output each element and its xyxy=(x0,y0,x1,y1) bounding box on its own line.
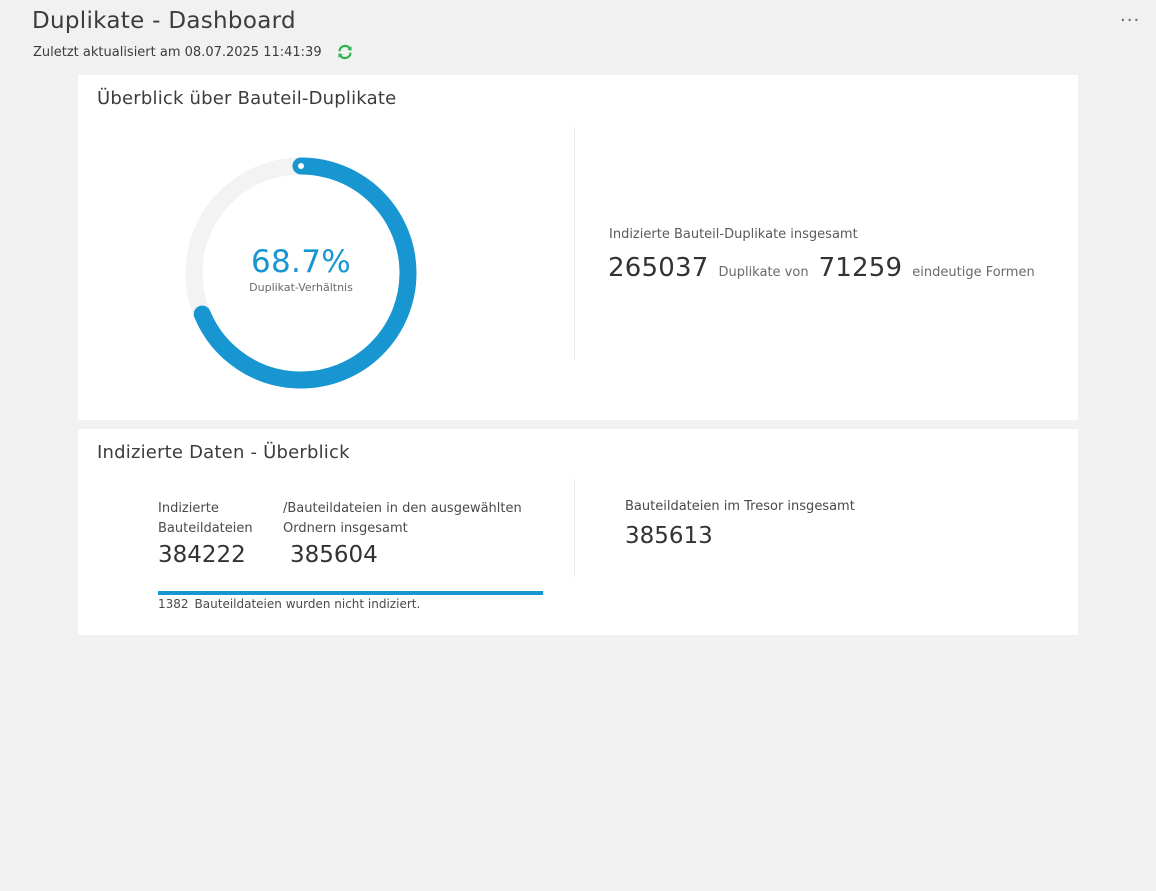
unique-shapes-count: 71259 xyxy=(818,253,903,283)
duplicate-ratio-donut: 68.7% Duplikat-Verhältnis xyxy=(185,157,417,389)
indexed-files-count: 384222 xyxy=(158,542,246,568)
selected-files-count: 385604 xyxy=(290,542,378,568)
indexing-progress-fill xyxy=(158,591,543,595)
last-updated-text: Zuletzt aktualisiert am 08.07.2025 11:41… xyxy=(33,44,322,60)
not-indexed-text: Bauteildateien wurden nicht indiziert. xyxy=(194,597,421,611)
not-indexed-count: 1382 xyxy=(158,597,189,611)
duplicates-summary: 265037 Duplikate von 71259 eindeutige Fo… xyxy=(608,253,1045,283)
last-updated: Zuletzt aktualisiert am 08.07.2025 11:41… xyxy=(33,43,354,61)
indexed-data-card: Indizierte Daten - Überblick Indizierte … xyxy=(78,429,1078,635)
duplicate-overview-card: Überblick über Bauteil-Duplikate 68.7% D… xyxy=(78,75,1078,420)
indexing-progress-bar xyxy=(158,591,544,595)
duplicate-ratio-value: 68.7% xyxy=(251,244,351,280)
total-duplicates-title: Indizierte Bauteil-Duplikate insgesamt xyxy=(609,227,858,242)
duplicates-count: 265037 xyxy=(608,253,709,283)
page-title: Duplikate - Dashboard xyxy=(32,8,296,34)
refresh-icon[interactable] xyxy=(336,43,354,61)
card-divider xyxy=(574,479,575,577)
vault-files-label: Bauteildateien im Tresor insgesamt xyxy=(625,499,855,514)
dashboard-page: Duplikate - Dashboard Zuletzt aktualisie… xyxy=(0,0,1156,891)
indexed-files-label: Indizierte Bauteildateien xyxy=(158,501,253,536)
unique-shapes-label: eindeutige Formen xyxy=(912,265,1035,280)
donut-start-dot xyxy=(298,163,304,169)
vault-files-count: 385613 xyxy=(625,523,713,549)
duplicate-ratio-label: Duplikat-Verhältnis xyxy=(249,281,353,294)
more-options-icon[interactable]: ··· xyxy=(1120,12,1140,32)
card-divider xyxy=(574,127,575,359)
indexed-data-title: Indizierte Daten - Überblick xyxy=(97,442,350,463)
selected-files-label: /Bauteildateien in den ausgewählten Ordn… xyxy=(283,501,522,536)
duplicates-of-label: Duplikate von xyxy=(718,265,809,280)
not-indexed-note: 1382 Bauteildateien wurden nicht indizier… xyxy=(158,597,426,611)
duplicate-overview-title: Überblick über Bauteil-Duplikate xyxy=(97,88,397,109)
donut-center: 68.7% Duplikat-Verhältnis xyxy=(185,245,417,294)
